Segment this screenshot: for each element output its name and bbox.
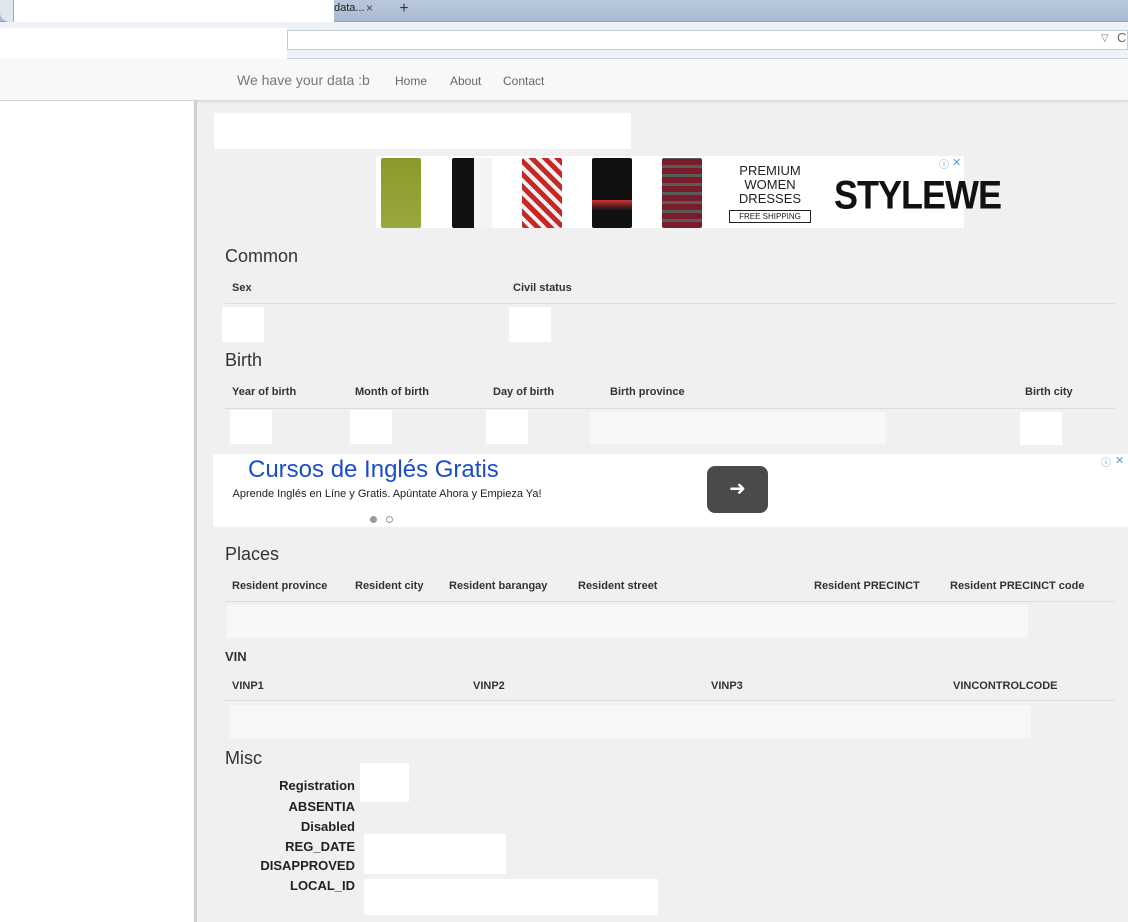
- adchoices-icon[interactable]: ⓘ: [939, 156, 949, 171]
- redacted-row: [229, 705, 1031, 738]
- ad-close-icon[interactable]: ✕: [1115, 454, 1124, 467]
- left-sidebar: [0, 101, 194, 922]
- table-divider: [225, 408, 1115, 409]
- redacted-value: [360, 763, 409, 802]
- redacted-value: [230, 410, 272, 444]
- site-navbar: [0, 59, 1128, 101]
- ad-dress-image-green[interactable]: [381, 158, 421, 228]
- column-header-birth-city: Birth city: [1025, 386, 1073, 398]
- redacted-value: [222, 307, 264, 342]
- ad-close-icon[interactable]: ✕: [952, 156, 961, 169]
- label-disapproved: DISAPPROVED: [260, 858, 355, 873]
- column-header-year-of-birth: Year of birth: [232, 386, 297, 398]
- table-divider: [225, 303, 1115, 304]
- redacted-value: [364, 834, 506, 874]
- redacted-value: [364, 879, 658, 915]
- adchoices-icon[interactable]: ⓘ: [1101, 454, 1111, 469]
- section-title-misc: Misc: [225, 748, 262, 768]
- column-header-resident-province: Resident province: [232, 580, 328, 592]
- nav-link-home[interactable]: Home: [395, 74, 427, 88]
- site-brand[interactable]: We have your data :b: [237, 72, 370, 88]
- column-header-resident-barangay: Resident barangay: [449, 580, 548, 592]
- reload-icon[interactable]: C: [1117, 30, 1126, 45]
- sidebar-divider: [194, 101, 197, 922]
- label-registration: Registration: [279, 778, 355, 793]
- column-header-month-of-birth: Month of birth: [355, 386, 429, 398]
- column-header-vinp1: VINP1: [232, 680, 264, 692]
- section-title-places: Places: [225, 544, 280, 564]
- column-header-vinp3: VINP3: [711, 680, 743, 692]
- section-title-common: Common: [225, 246, 299, 266]
- tab-title[interactable]: data...: [334, 2, 365, 14]
- ad-premium-label: PREMIUM WOMEN DRESSES: [738, 163, 802, 206]
- section-title-birth: Birth: [225, 350, 263, 370]
- redacted-value: [590, 412, 886, 444]
- nav-link-contact[interactable]: Contact: [503, 74, 544, 88]
- carousel-dot[interactable]: [386, 516, 393, 523]
- column-header-resident-precinct: Resident PRECINCT: [814, 580, 920, 592]
- ad-brand-logo[interactable]: STYLEWE: [834, 172, 1002, 218]
- ad-dress-image-black-floral[interactable]: [592, 158, 632, 228]
- column-header-day-of-birth: Day of birth: [493, 386, 555, 398]
- redacted-tab[interactable]: [14, 0, 334, 22]
- ad-premium-text[interactable]: PREMIUM WOMEN DRESSES: [730, 164, 810, 206]
- browser-tab-edge: [0, 0, 14, 22]
- carousel-dot-active[interactable]: [370, 516, 377, 523]
- url-input[interactable]: [287, 30, 1128, 50]
- ad-free-shipping-badge[interactable]: FREE SHIPPING: [729, 210, 811, 223]
- ad-dress-image-black-white[interactable]: [452, 158, 492, 228]
- label-disabled: Disabled: [300, 819, 355, 834]
- column-header-resident-precinct-code: Resident PRECINCT code: [950, 580, 1085, 592]
- tab-close-icon[interactable]: ×: [366, 1, 373, 15]
- new-tab-button[interactable]: +: [393, 0, 415, 20]
- column-header-vincontrolcode: VINCONTROLCODE: [953, 680, 1058, 692]
- section-title-vin: VIN: [225, 649, 247, 664]
- column-header-resident-street: Resident street: [578, 580, 658, 592]
- label-reg-date: REG_DATE: [285, 839, 355, 854]
- column-header-sex: Sex: [232, 282, 252, 294]
- label-local-id: LOCAL_ID: [290, 878, 355, 893]
- label-absentia: ABSENTIA: [288, 799, 355, 814]
- redacted-header-field: [214, 113, 631, 149]
- ad-arrow-button[interactable]: ➜: [707, 466, 768, 513]
- column-header-civil-status: Civil status: [513, 282, 572, 294]
- ad-headline-link[interactable]: Cursos de Inglés Gratis: [248, 456, 499, 484]
- column-header-resident-city: Resident city: [355, 580, 424, 592]
- url-dropdown-icon[interactable]: ▽: [1101, 33, 1109, 44]
- redacted-value: [486, 410, 528, 444]
- nav-link-about[interactable]: About: [450, 74, 481, 88]
- redacted-value: [1020, 412, 1062, 445]
- redacted-value: [509, 307, 551, 342]
- redacted-value: [350, 410, 392, 444]
- ad-dress-image-plaid[interactable]: [662, 158, 702, 228]
- table-divider: [225, 700, 1115, 701]
- ad-description[interactable]: Aprende Inglés en Línе y Gratis. Apúntat…: [228, 488, 546, 501]
- redacted-address-region: [0, 28, 287, 60]
- table-divider: [225, 601, 1115, 602]
- column-header-birth-province: Birth province: [610, 386, 685, 398]
- ad-dress-image-red-pattern[interactable]: [522, 158, 562, 228]
- redacted-row: [227, 605, 1028, 638]
- column-header-vinp2: VINP2: [473, 680, 505, 692]
